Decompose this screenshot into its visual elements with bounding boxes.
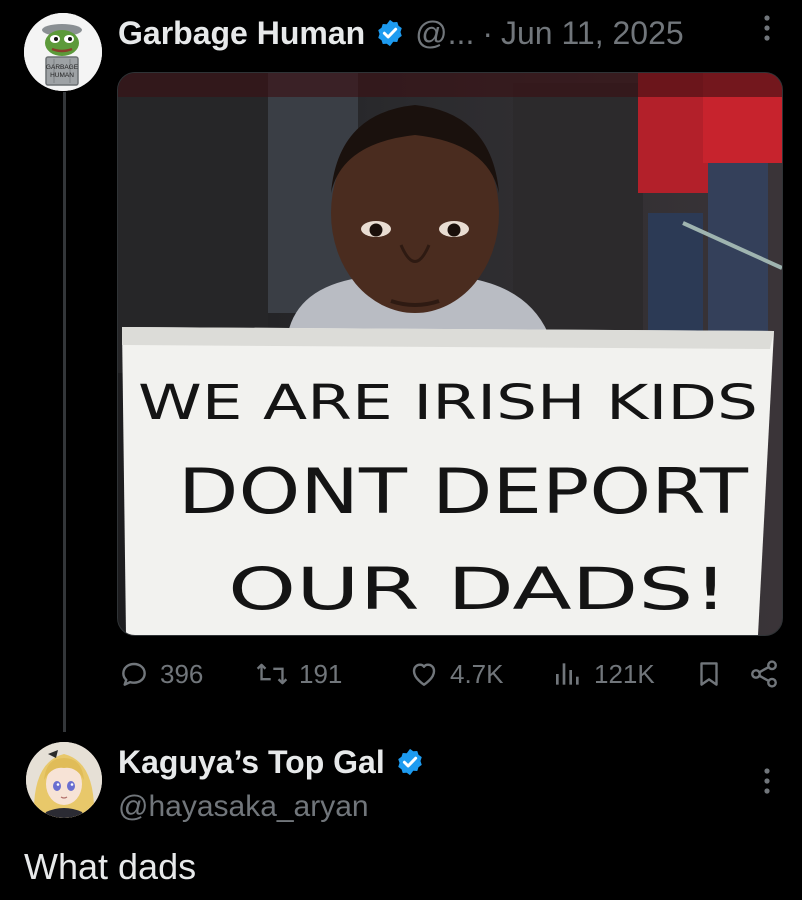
retweet-count: 191 (299, 658, 343, 689)
tweet-actions-bar: 396 191 4.7K 121K (118, 652, 783, 696)
reply-icon (122, 662, 146, 686)
sign-line-2: DONT DEPORT (178, 455, 749, 528)
retweet-action[interactable]: 191 (255, 652, 342, 696)
separator-dot: · (482, 14, 493, 51)
reply-body-text: What dads (24, 846, 197, 887)
heart-icon (412, 663, 436, 686)
avatar-label-bottom: HUMAN (50, 72, 74, 79)
reply-avatar[interactable] (26, 742, 102, 818)
verified-badge-icon (378, 19, 402, 47)
reply-author-name[interactable]: Kaguya’s Top Gal (118, 744, 385, 781)
views-count: 121K (594, 658, 655, 689)
verified-badge-icon (397, 748, 422, 776)
tweet-date[interactable]: Jun 11, 2025 (501, 15, 684, 52)
author-name[interactable]: Garbage Human (118, 15, 365, 52)
tweet-media-photo[interactable]: WE ARE IRISH KIDS DONT DEPORT OUR DADS! (117, 72, 783, 636)
avatar[interactable]: GARBAGE HUMAN (24, 13, 102, 91)
garbage-can-frog-avatar-image: GARBAGE HUMAN (24, 13, 102, 91)
author-handle[interactable]: @... (415, 15, 474, 52)
reply-more-options-icon[interactable] (755, 765, 779, 797)
avatar-label-top: GARBAGE (46, 64, 79, 71)
reply-action[interactable]: 396 (118, 652, 203, 696)
reply-count: 396 (160, 658, 204, 689)
thread-connector-line (63, 92, 66, 732)
sign-line-1: WE ARE IRISH KIDS (138, 375, 758, 431)
protest-photo: WE ARE IRISH KIDS DONT DEPORT OUR DADS! (118, 73, 782, 635)
share-icon[interactable] (748, 658, 780, 690)
reply-author-header: Kaguya’s Top Gal (118, 742, 425, 782)
retweet-icon (256, 663, 288, 685)
like-count: 4.7K (450, 658, 504, 689)
sign-line-3: OUR DADS! (228, 555, 728, 623)
anime-girl-avatar-image (26, 742, 102, 818)
views-chart-icon (556, 663, 579, 685)
bookmark-icon[interactable] (694, 659, 724, 689)
like-action[interactable]: 4.7K (408, 652, 504, 696)
views-action[interactable]: 121K (552, 652, 655, 696)
reply-author-handle[interactable]: @hayasaka_aryan (118, 790, 369, 824)
tweet-header: Garbage Human @... · Jun 11, 2025 (118, 10, 684, 56)
more-options-icon[interactable] (755, 12, 779, 44)
